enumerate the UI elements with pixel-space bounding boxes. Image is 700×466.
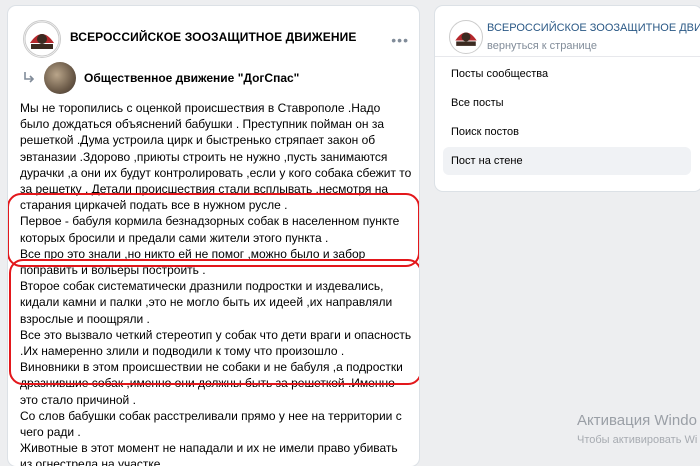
community-avatar[interactable] — [23, 20, 61, 58]
post-card: ВСЕРОССИЙСКОЕ ЗООЗАЩИТНОЕ ДВИЖЕНИЕ ••• О… — [8, 6, 419, 466]
post-text: Мы не торопились с оценкой происшествия … — [20, 100, 412, 466]
divider — [435, 56, 700, 57]
windows-activation-subtitle: Чтобы активировать Wi — [577, 434, 698, 446]
post-header: ВСЕРОССИЙСКОЕ ЗООЗАЩИТНОЕ ДВИЖЕНИЕ ••• — [18, 16, 413, 62]
repost-row: Общественное движение "ДогСпас" — [22, 62, 402, 96]
nav-item-wall-post[interactable]: Пост на стене — [443, 147, 691, 175]
nav-item-community-posts[interactable]: Посты сообщества — [443, 60, 691, 88]
nav-item-all-posts[interactable]: Все посты — [443, 89, 691, 117]
post-paragraph: Мы не торопились с оценкой происшествия … — [20, 101, 412, 213]
paw-logo-icon — [24, 21, 60, 57]
paw-logo-icon — [450, 21, 482, 53]
post-author-name[interactable]: ВСЕРОССИЙСКОЕ ЗООЗАЩИТНОЕ ДВИЖЕНИЕ — [70, 30, 356, 44]
wall-navigation: ВСЕРОССИЙСКОЕ ЗООЗАЩИТНОЕ ДВИЖ... вернут… — [435, 6, 700, 191]
nav-community-name[interactable]: ВСЕРОССИЙСКОЕ ЗООЗАЩИТНОЕ ДВИЖ... — [487, 22, 700, 34]
repost-arrow-icon — [24, 72, 35, 83]
windows-activation-title: Активация Windo — [577, 412, 697, 429]
post-paragraph: Со слов бабушки собак расстреливали прям… — [20, 408, 402, 466]
post-paragraph: Второе собак систематически дразнили под… — [20, 279, 412, 407]
nav-header: ВСЕРОССИЙСКОЕ ЗООЗАЩИТНОЕ ДВИЖ... вернут… — [449, 18, 700, 58]
community-avatar-small[interactable] — [449, 20, 483, 54]
more-horizontal-icon[interactable]: ••• — [391, 32, 409, 48]
repost-author-name[interactable]: Общественное движение "ДогСпас" — [84, 71, 299, 85]
back-to-page-link[interactable]: вернуться к странице — [487, 40, 597, 52]
repost-author-avatar[interactable] — [44, 62, 76, 94]
post-paragraph: Первое - бабуля кормила безнадзорных соб… — [20, 214, 400, 278]
nav-item-search-posts[interactable]: Поиск постов — [443, 118, 691, 146]
